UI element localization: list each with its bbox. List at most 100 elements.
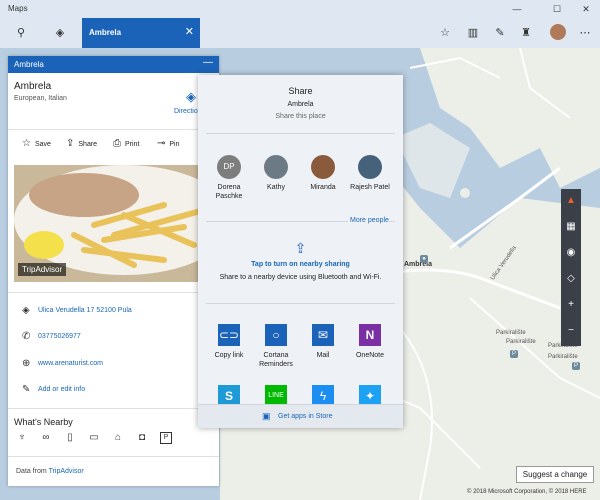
close-icon[interactable]: ✕ <box>185 25 194 38</box>
edit-icon: ✎ <box>22 384 31 395</box>
pin-icon: ⊸ <box>157 138 166 149</box>
pin-button[interactable]: ⊸ Pin <box>157 138 180 152</box>
data-source-link[interactable]: TripAdvisor <box>49 468 84 475</box>
address-link[interactable]: Ulica Verudella 17 52100 Pula <box>38 307 132 314</box>
hotel-icon[interactable]: ▭ <box>88 432 100 444</box>
3d-cities-icon[interactable]: ♜ <box>518 25 534 41</box>
contact-name: Kathy <box>267 184 285 191</box>
contact-name: Rajesh Patel <box>350 184 390 191</box>
locate-icon[interactable]: ◉ <box>561 243 581 263</box>
share-place: Ambrela <box>287 101 314 108</box>
avatar <box>264 155 288 179</box>
attractions-icon[interactable]: ∞ <box>40 432 52 444</box>
nearby-share-toggle[interactable]: Tap to turn on nearby sharing <box>198 261 403 268</box>
tilt-icon[interactable]: ▦ <box>561 217 581 237</box>
map-label-parking: Parkiralište <box>548 354 578 360</box>
parking-pin-icon[interactable]: P <box>572 362 580 370</box>
place-photo[interactable]: TripAdvisor <box>14 165 214 282</box>
contact-name: Miranda <box>310 184 336 191</box>
share-subtitle: Share this place <box>275 113 326 120</box>
app-name-line1: Cortana <box>263 352 289 359</box>
contact-kathy[interactable]: Kathy <box>251 155 301 192</box>
add-info-link[interactable]: Add or edit info <box>38 386 85 393</box>
nearby-share-desc: Share to a nearby device using Bluetooth… <box>219 274 382 281</box>
directions-icon[interactable]: ◈ <box>52 25 68 41</box>
more-people-link[interactable]: More people <box>348 217 389 224</box>
place-panel: Ambrela — Ambrela European, Italian ◈ Di… <box>8 56 219 486</box>
map-label-ambrela: Ambrela <box>404 261 433 268</box>
compass-icon[interactable]: ▲ <box>561 191 581 211</box>
website-link[interactable]: www.arenaturist.com <box>38 360 103 367</box>
app-cortana[interactable]: ○ Cortana Reminders <box>251 324 301 369</box>
title-bar: Maps — ☐ ✕ <box>0 0 600 18</box>
share-title: Share <box>288 86 313 96</box>
ink-icon[interactable]: ✎ <box>492 25 508 41</box>
window-title: Maps <box>8 4 28 13</box>
restaurant-icon[interactable]: ♆ <box>16 432 28 444</box>
print-button[interactable]: ⎙ Print <box>113 138 139 152</box>
place-name: Ambrela <box>14 81 52 92</box>
share-flyout: Share Ambrela Share this place DP Dorena… <box>198 75 403 428</box>
pin-label: Pin <box>169 141 180 148</box>
maximize-button[interactable]: ☐ <box>543 2 571 16</box>
close-window-button[interactable]: ✕ <box>572 2 600 16</box>
search-icon[interactable]: ⚲ <box>13 25 29 41</box>
share-button[interactable]: ⇪ Share <box>66 138 97 152</box>
suggest-change-button[interactable]: Suggest a change <box>516 466 594 483</box>
bank-icon[interactable]: ⌂ <box>112 432 124 444</box>
tab-ambrela[interactable]: Ambrela ✕ <box>82 18 200 48</box>
avatar: DP <box>217 155 241 179</box>
zoom-in-icon[interactable]: + <box>561 295 581 315</box>
map-label-parking: Parkiralište <box>506 339 536 345</box>
collapse-icon[interactable]: — <box>203 57 213 68</box>
traffic-icon[interactable]: ▥ <box>465 25 481 41</box>
map-controls: ▲ ▦ ◉ ◇ + − <box>561 189 581 346</box>
contact-name-line1: Dorena <box>217 184 241 191</box>
layers-icon[interactable]: ◇ <box>561 269 581 289</box>
save-button[interactable]: ☆ Save <box>22 138 51 152</box>
app-copy-link[interactable]: ⊂⊃ Copy link <box>204 324 254 360</box>
nearby-share-icon: ⇪ <box>294 240 307 256</box>
save-label: Save <box>34 141 51 148</box>
zoom-out-icon[interactable]: − <box>561 321 581 341</box>
get-apps-bar[interactable]: ▣ Get apps in Store <box>198 404 403 428</box>
avatar <box>358 155 382 179</box>
contact-miranda[interactable]: Miranda <box>298 155 348 192</box>
print-icon: ⎙ <box>113 138 121 149</box>
contact-name: Dorena Paschke <box>204 183 254 201</box>
contact-rajesh[interactable]: Rajesh Patel <box>345 155 395 192</box>
museum-icon[interactable]: ◘ <box>136 432 148 444</box>
shopping-icon[interactable]: ▯ <box>64 432 76 444</box>
mail-icon: ✉ <box>312 324 334 346</box>
star-icon: ☆ <box>22 138 31 149</box>
more-icon[interactable]: ⋯ <box>577 25 593 41</box>
app-name: Copy link <box>214 352 244 359</box>
app-name: Mail <box>316 352 330 359</box>
parking-pin-icon[interactable]: P <box>510 350 518 358</box>
avatar <box>311 155 335 179</box>
favorites-icon[interactable]: ☆ <box>437 25 453 41</box>
panel-header-title: Ambrela <box>14 60 44 69</box>
whats-nearby-heading: What's Nearby <box>14 417 73 427</box>
app-name: OneNote <box>355 352 385 359</box>
parking-icon[interactable]: P <box>160 432 172 444</box>
phone-icon: ✆ <box>22 331 31 342</box>
map-label-parking: Parkiralište <box>496 330 526 336</box>
avatar[interactable] <box>550 24 566 40</box>
data-from-label: Data from <box>16 468 47 475</box>
directions-icon: ◈ <box>22 305 30 316</box>
data-source: Data from TripAdvisor <box>16 468 84 475</box>
app-mail[interactable]: ✉ Mail <box>298 324 348 360</box>
get-apps-link[interactable]: Get apps in Store <box>278 413 332 420</box>
photo-credit-badge: TripAdvisor <box>18 263 67 276</box>
contact-dorena[interactable]: DP Dorena Paschke <box>204 155 254 201</box>
contact-name-line2: Paschke <box>215 193 243 200</box>
tab-label: Ambrela <box>89 28 122 37</box>
app-name: Cortana Reminders <box>251 351 301 369</box>
app-onenote[interactable]: N OneNote <box>345 324 395 360</box>
location-pin-icon[interactable]: ● <box>420 255 428 263</box>
share-label: Share <box>78 141 98 148</box>
phone-link[interactable]: 03775026977 <box>38 333 81 340</box>
minimize-button[interactable]: — <box>503 2 531 16</box>
copyright-text: © 2018 Microsoft Corporation, © 2018 HER… <box>467 489 587 495</box>
